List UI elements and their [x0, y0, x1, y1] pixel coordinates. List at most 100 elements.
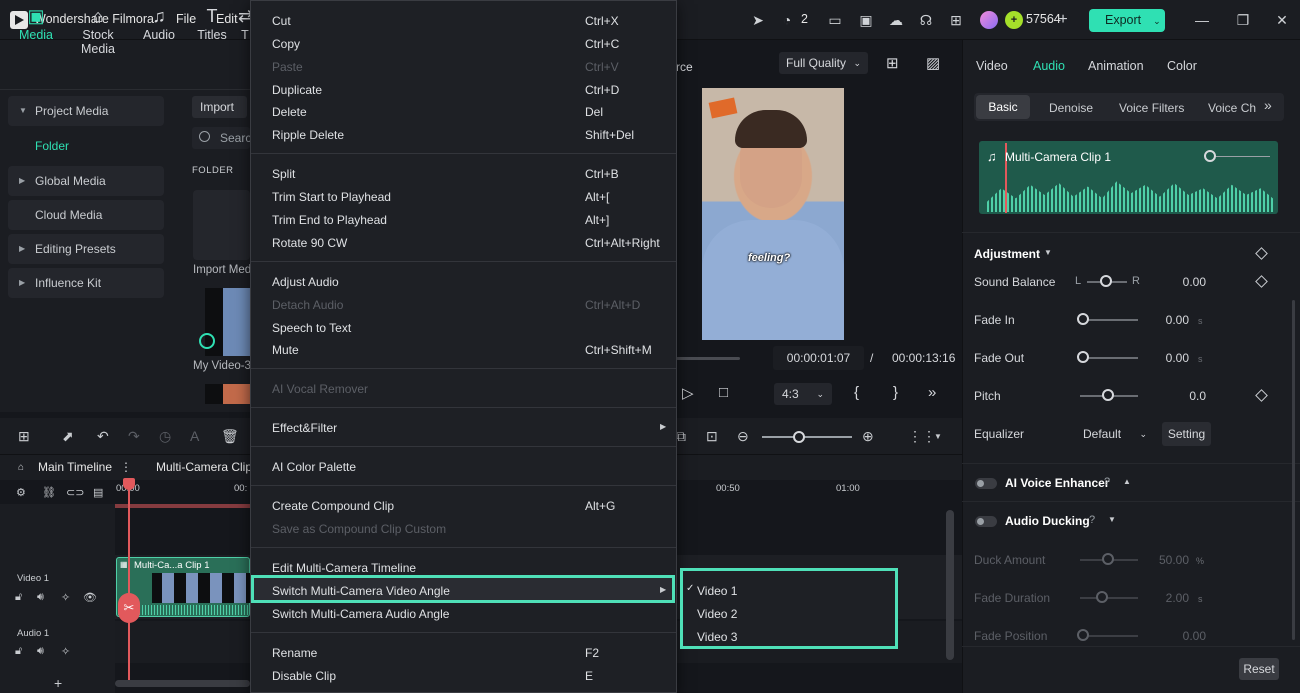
- menu-item-rename[interactable]: Rename: [272, 646, 317, 660]
- pitch-value[interactable]: 0.0: [1170, 389, 1206, 403]
- pitch-knob[interactable]: [1102, 389, 1114, 401]
- speaker-icon[interactable]: 🔊︎: [37, 591, 44, 604]
- tab-titles[interactable]: T Titles: [194, 4, 230, 48]
- equalizer-setting-button[interactable]: Setting: [1162, 422, 1211, 446]
- layout-grid-icon[interactable]: ⊞: [18, 428, 30, 445]
- apps-grid-icon[interactable]: ⊞: [946, 10, 966, 30]
- scissors-icon[interactable]: ✂: [118, 593, 140, 623]
- submenu-item-video-1[interactable]: Video 1: [697, 584, 737, 598]
- close-icon[interactable]: ✕: [1272, 10, 1292, 30]
- zoom-out-icon[interactable]: ⊖: [737, 428, 749, 445]
- menu-item-ai-color-palette[interactable]: AI Color Palette: [272, 460, 356, 474]
- import-media-tile[interactable]: [193, 190, 250, 260]
- mark-out-icon[interactable]: }: [893, 384, 898, 401]
- cloud-upload-icon[interactable]: ☁: [886, 10, 906, 30]
- more-tabs-icon[interactable]: »: [1264, 97, 1272, 113]
- fit-icon[interactable]: ⊡: [706, 428, 718, 445]
- menu-item-split[interactable]: Split: [272, 167, 295, 181]
- layout-icon[interactable]: ▭: [825, 10, 845, 30]
- lock-icon[interactable]: 🔓︎: [15, 645, 22, 658]
- menu-item-switch-multi-camera-audio-angle[interactable]: Switch Multi-Camera Audio Angle: [272, 607, 449, 621]
- undo-icon[interactable]: ↶: [97, 428, 109, 445]
- lock-icon[interactable]: 🔓︎: [15, 591, 22, 604]
- sidebar-item-influence-kit[interactable]: ▶ Influence Kit: [8, 268, 164, 298]
- settings-icon[interactable]: ⚙: [16, 486, 26, 499]
- tab-multi-camera-clip[interactable]: Multi-Camera Clip: [156, 460, 252, 474]
- magic-icon[interactable]: ✧: [61, 591, 70, 604]
- export-button[interactable]: Export ⌄: [1089, 9, 1165, 32]
- eye-icon[interactable]: 👁︎: [83, 591, 97, 604]
- more-controls-icon[interactable]: »: [928, 384, 936, 401]
- menu-item-rotate-90-cw[interactable]: Rotate 90 CW: [272, 236, 347, 250]
- sidebar-item-project-media[interactable]: ▼ Project Media: [8, 96, 164, 126]
- menu-item-duplicate[interactable]: Duplicate: [272, 83, 322, 97]
- play-icon[interactable]: ▷: [682, 384, 694, 402]
- help-icon[interactable]: ?: [1089, 514, 1095, 526]
- ai-text-icon[interactable]: A: [190, 428, 199, 444]
- unlink-icon[interactable]: ⛓: [42, 486, 56, 499]
- headset-icon[interactable]: ☊: [916, 10, 936, 30]
- help-icon[interactable]: ?: [1104, 476, 1110, 488]
- menu-item-mute[interactable]: Mute: [272, 343, 299, 357]
- properties-scrollbar[interactable]: [1292, 300, 1295, 640]
- sidebar-item-global-media[interactable]: ▶ Global Media: [8, 166, 164, 196]
- tab-audio-props[interactable]: Audio: [1033, 59, 1065, 73]
- clip-volume-knob[interactable]: [1204, 150, 1216, 162]
- render-icon[interactable]: ◔: [777, 10, 797, 30]
- playhead-handle[interactable]: [123, 478, 135, 490]
- menu-item-edit-multi-camera-timeline[interactable]: Edit Multi-Camera Timeline: [272, 561, 416, 575]
- subtab-basic[interactable]: Basic: [976, 95, 1030, 119]
- aspect-ratio-dropdown[interactable]: 4:3 ⌄: [774, 383, 832, 405]
- submenu-item-video-2[interactable]: Video 2: [697, 607, 737, 621]
- menu-item-copy[interactable]: Copy: [272, 37, 300, 51]
- zoom-slider[interactable]: [762, 436, 852, 438]
- tab-stock-media[interactable]: ⌂ Stock Media: [64, 4, 132, 56]
- sidebar-item-cloud-media[interactable]: Cloud Media: [8, 200, 164, 230]
- tab-main-timeline[interactable]: Main Timeline: [38, 460, 112, 474]
- zoom-in-icon[interactable]: ⊕: [862, 428, 874, 445]
- add-track-icon[interactable]: +: [54, 675, 62, 691]
- menu-item-ripple-delete[interactable]: Ripple Delete: [272, 128, 344, 142]
- audio-ducking-toggle[interactable]: [975, 516, 997, 527]
- menu-item-disable-clip[interactable]: Disable Clip: [272, 669, 336, 683]
- fade-out-value[interactable]: 0.00: [1152, 351, 1189, 365]
- subtab-voice-filters[interactable]: Voice Filters: [1119, 101, 1184, 115]
- save-icon[interactable]: ▣: [856, 10, 876, 30]
- tab-video[interactable]: Video: [976, 59, 1008, 73]
- equalizer-dropdown[interactable]: Default ⌄: [1077, 422, 1155, 446]
- stop-icon[interactable]: □: [719, 384, 728, 401]
- snapshot-icon[interactable]: ▨: [926, 54, 940, 72]
- submenu-item-video-3[interactable]: Video 3: [697, 630, 737, 644]
- speed-icon[interactable]: ◷: [159, 428, 171, 445]
- link-icon[interactable]: ⊂⊃: [66, 486, 84, 499]
- magic-icon[interactable]: ✧: [61, 645, 70, 658]
- menu-item-delete[interactable]: Delete: [272, 105, 307, 119]
- fade-in-knob[interactable]: [1077, 313, 1089, 325]
- reset-button[interactable]: Reset: [1239, 658, 1279, 680]
- sound-balance-knob[interactable]: [1100, 275, 1112, 287]
- caret-down-icon[interactable]: ▼: [934, 432, 942, 441]
- preview-scrubber[interactable]: [676, 357, 740, 360]
- tab-audio[interactable]: ♫ Audio: [140, 4, 178, 48]
- sound-balance-value[interactable]: 0.00: [1170, 275, 1206, 289]
- redo-icon[interactable]: ↷: [128, 428, 140, 445]
- menu-item-cut[interactable]: Cut: [272, 14, 291, 28]
- subtab-denoise[interactable]: Denoise: [1049, 101, 1093, 115]
- zoom-knob[interactable]: [793, 431, 805, 443]
- caret-up-icon[interactable]: ▲: [1123, 477, 1131, 486]
- menu-item-trim-start-to-playhead[interactable]: Trim Start to Playhead: [272, 190, 391, 204]
- crop-icon[interactable]: ⧉: [676, 428, 686, 445]
- speaker-icon[interactable]: 🔊︎: [37, 645, 44, 658]
- sidebar-item-editing-presets[interactable]: ▶ Editing Presets: [8, 234, 164, 264]
- menu-item-trim-end-to-playhead[interactable]: Trim End to Playhead: [272, 213, 387, 227]
- ai-voice-enhancer-toggle[interactable]: [975, 478, 997, 489]
- avatar[interactable]: [980, 11, 998, 29]
- track-manager-icon[interactable]: ▤: [93, 486, 103, 499]
- select-tool-icon[interactable]: ⬈: [62, 428, 74, 445]
- menu-item-switch-multi-camera-video-angle[interactable]: Switch Multi-Camera Video Angle: [272, 584, 450, 598]
- timeline-hscroll[interactable]: [115, 680, 250, 687]
- menu-item-create-compound-clip[interactable]: Create Compound Clip: [272, 499, 394, 513]
- fade-out-knob[interactable]: [1077, 351, 1089, 363]
- menu-item-effect-filter[interactable]: Effect&Filter: [272, 421, 337, 435]
- grid-view-icon[interactable]: ⊞: [886, 54, 899, 72]
